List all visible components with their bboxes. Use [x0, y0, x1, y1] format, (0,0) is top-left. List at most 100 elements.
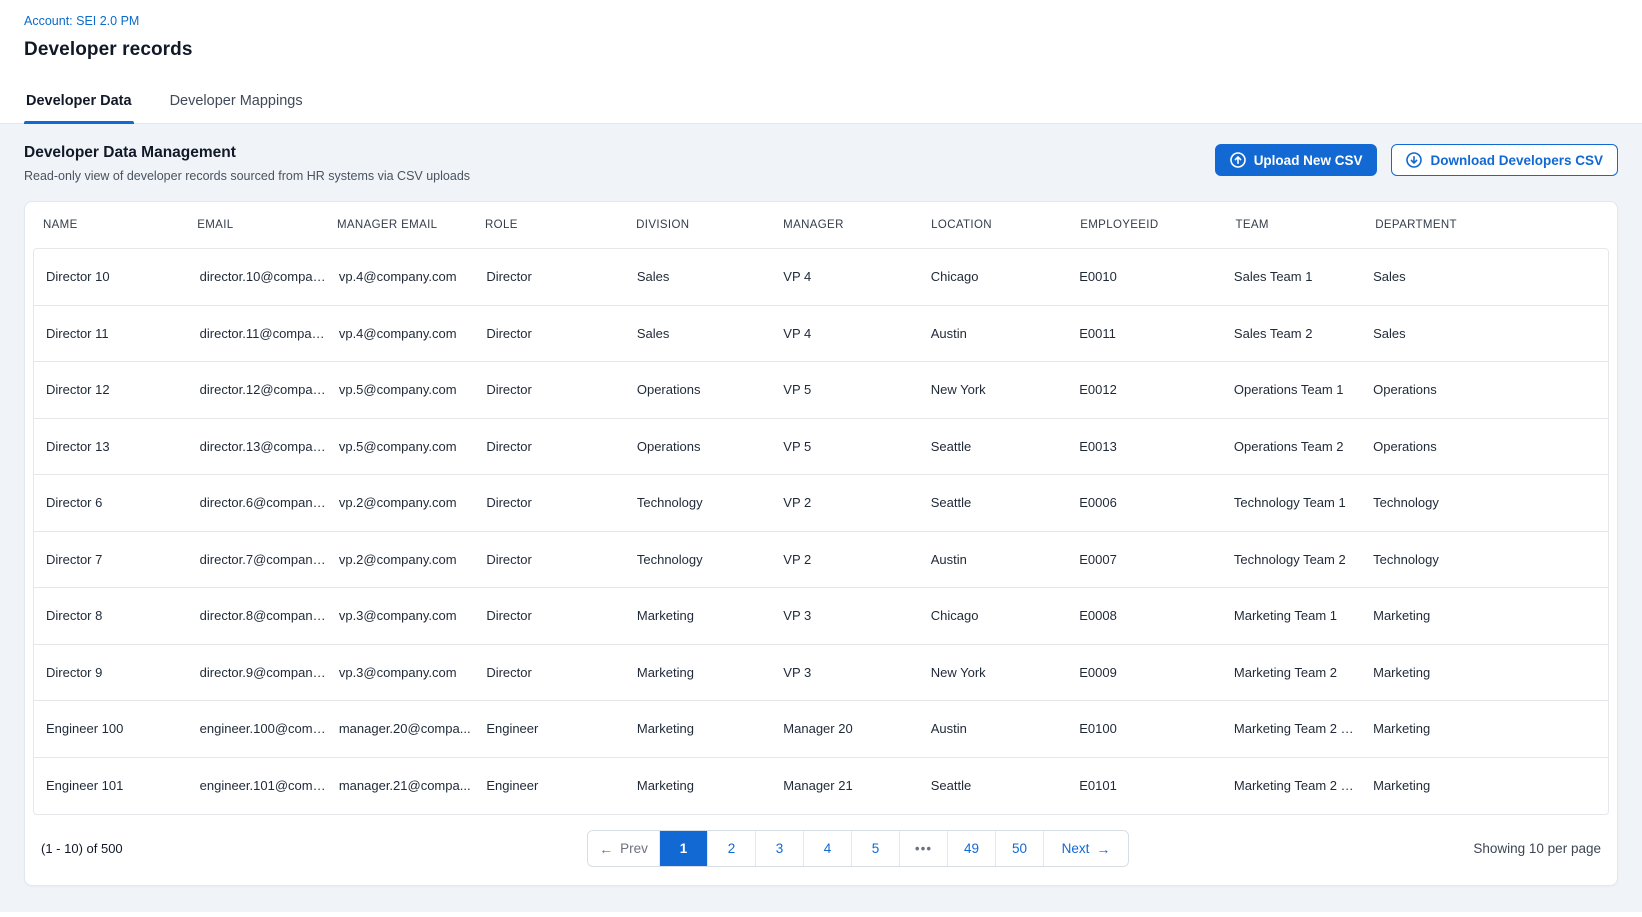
table-cell: Austin [929, 552, 1078, 567]
developer-table: NAMEEMAILMANAGER EMAILROLEDIVISIONMANAGE… [24, 201, 1618, 886]
table-cell: manager.20@compa... [337, 721, 484, 736]
table-cell: Director 9 [44, 665, 198, 680]
table-cell: Director [484, 608, 635, 623]
table-cell: director.9@company.... [198, 665, 337, 680]
table-cell: E0009 [1077, 665, 1232, 680]
table-cell: Technology Team 2 [1232, 552, 1371, 567]
column-header: NAME [41, 219, 195, 231]
pagination-page-49[interactable]: 49 [948, 831, 996, 866]
table-cell: vp.4@company.com [337, 269, 484, 284]
table-cell: E0013 [1077, 439, 1232, 454]
table-cell: E0006 [1077, 495, 1232, 510]
pagination-page-1[interactable]: 1 [660, 831, 708, 866]
table-cell: Director [484, 269, 635, 284]
table-row[interactable]: Director 6director.6@company....vp.2@com… [34, 475, 1608, 532]
table-cell: Operations [1371, 439, 1598, 454]
table-row[interactable]: Director 9director.9@company....vp.3@com… [34, 645, 1608, 702]
table-footer: (1 - 10) of 500 ←Prev12345•••4950Next→ S… [25, 815, 1617, 879]
tab-bar: Developer Data Developer Mappings [0, 83, 1642, 124]
table-row[interactable]: Director 12director.12@compan...vp.5@com… [34, 362, 1608, 419]
table-cell: VP 3 [781, 608, 928, 623]
prev-arrow-icon: ← [599, 842, 613, 856]
table-cell: Marketing [635, 608, 781, 623]
table-cell: VP 5 [781, 439, 928, 454]
table-row[interactable]: Director 10director.10@compan...vp.4@com… [34, 249, 1608, 306]
section-title: Developer Data Management [24, 144, 470, 162]
table-cell: E0007 [1077, 552, 1232, 567]
table-cell: vp.2@company.com [337, 552, 484, 567]
table-cell: VP 5 [781, 382, 928, 397]
table-header-row: NAMEEMAILMANAGER EMAILROLEDIVISIONMANAGE… [25, 202, 1617, 248]
table-cell: Austin [929, 721, 1078, 736]
table-cell: Operations [635, 439, 781, 454]
table-cell: Marketing Team 2 Su... [1232, 778, 1371, 793]
table-cell: Chicago [929, 269, 1078, 284]
table-cell: director.13@compan... [198, 439, 337, 454]
table-cell: director.8@company.... [198, 608, 337, 623]
download-developers-csv-button[interactable]: Download Developers CSV [1391, 144, 1618, 176]
pagination-page-2[interactable]: 2 [708, 831, 756, 866]
upload-new-csv-button[interactable]: Upload New CSV [1215, 144, 1378, 176]
column-header: ROLE [483, 219, 634, 231]
tab-developer-data[interactable]: Developer Data [24, 83, 134, 123]
table-cell: Sales [1371, 326, 1598, 341]
pagination-next-button[interactable]: Next→ [1044, 831, 1128, 866]
table-row[interactable]: Director 8director.8@company....vp.3@com… [34, 588, 1608, 645]
table-cell: Engineer 101 [44, 778, 198, 793]
table-cell: VP 2 [781, 495, 928, 510]
range-label: (1 - 10) of 500 [41, 841, 123, 856]
table-cell: Marketing [1371, 608, 1598, 623]
per-page-label: Showing 10 per page [1473, 841, 1601, 856]
column-header: MANAGER [781, 219, 929, 231]
pagination-page-50[interactable]: 50 [996, 831, 1044, 866]
table-cell: Marketing Team 2 [1232, 665, 1371, 680]
table-cell: VP 2 [781, 552, 928, 567]
table-cell: Director [484, 326, 635, 341]
table-cell: Director 6 [44, 495, 198, 510]
tab-developer-mappings[interactable]: Developer Mappings [168, 83, 305, 123]
table-cell: engineer.101@comp... [198, 778, 337, 793]
upload-icon [1230, 152, 1246, 168]
pagination-page-3[interactable]: 3 [756, 831, 804, 866]
table-cell: New York [929, 665, 1078, 680]
table-body: Director 10director.10@compan...vp.4@com… [33, 248, 1609, 815]
table-cell: Director 11 [44, 326, 198, 341]
upload-button-label: Upload New CSV [1254, 153, 1363, 168]
table-cell: Seattle [929, 495, 1078, 510]
table-cell: Sales Team 1 [1232, 269, 1371, 284]
table-cell: New York [929, 382, 1078, 397]
pagination-page-4[interactable]: 4 [804, 831, 852, 866]
table-cell: vp.2@company.com [337, 495, 484, 510]
table-cell: E0012 [1077, 382, 1232, 397]
table-cell: Director [484, 495, 635, 510]
table-cell: Marketing Team 1 [1232, 608, 1371, 623]
table-row[interactable]: Engineer 100engineer.100@comp...manager.… [34, 701, 1608, 758]
table-cell: Engineer [484, 721, 635, 736]
table-cell: E0100 [1077, 721, 1232, 736]
table-cell: VP 4 [781, 269, 928, 284]
table-row[interactable]: Engineer 101engineer.101@comp...manager.… [34, 758, 1608, 815]
table-cell: E0101 [1077, 778, 1232, 793]
table-cell: vp.3@company.com [337, 608, 484, 623]
pagination-prev-button[interactable]: ←Prev [588, 831, 660, 866]
table-cell: Marketing [1371, 721, 1598, 736]
table-cell: Operations Team 2 [1232, 439, 1371, 454]
table-cell: vp.4@company.com [337, 326, 484, 341]
column-header: EMAIL [195, 219, 335, 231]
table-row[interactable]: Director 11director.11@compan...vp.4@com… [34, 306, 1608, 363]
developer-data-section: Developer Data Management Read-only view… [0, 124, 1642, 912]
table-cell: VP 4 [781, 326, 928, 341]
section-subtitle: Read-only view of developer records sour… [24, 169, 470, 183]
page-title: Developer records [24, 39, 1618, 61]
table-row[interactable]: Director 13director.13@compan...vp.5@com… [34, 419, 1608, 476]
account-link[interactable]: Account: SEI 2.0 PM [24, 14, 139, 28]
pagination-page-5[interactable]: 5 [852, 831, 900, 866]
table-cell: Operations [1371, 382, 1598, 397]
table-cell: Technology [1371, 552, 1598, 567]
table-cell: Marketing Team 2 Su... [1232, 721, 1371, 736]
table-cell: Technology [635, 495, 781, 510]
table-cell: Marketing [635, 778, 781, 793]
table-cell: manager.21@compa... [337, 778, 484, 793]
table-row[interactable]: Director 7director.7@company....vp.2@com… [34, 532, 1608, 589]
section-actions: Upload New CSV Download Developers CSV [1215, 144, 1618, 176]
